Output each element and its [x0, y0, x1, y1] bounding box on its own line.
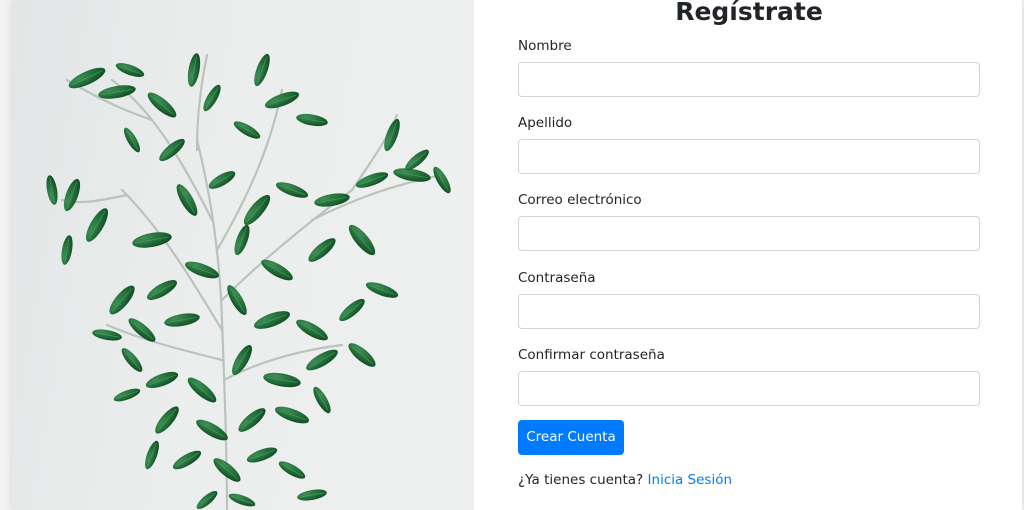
- last-name-input[interactable]: [518, 139, 980, 174]
- login-link[interactable]: Inicia Sesión: [648, 472, 733, 488]
- first-name-input[interactable]: [518, 62, 980, 97]
- password-label: Contraseña: [518, 270, 596, 286]
- plant-illustration: [46, 53, 451, 510]
- first-name-label: Nombre: [518, 38, 572, 54]
- create-account-button[interactable]: Crear Cuenta: [518, 420, 624, 455]
- email-input[interactable]: [518, 216, 980, 251]
- password-input[interactable]: [518, 294, 980, 329]
- confirm-password-label: Confirmar contraseña: [518, 347, 665, 363]
- leaf: [196, 490, 218, 510]
- plant-photo: [12, 0, 474, 510]
- login-prompt-line: ¿Ya tienes cuenta? Inicia Sesión: [518, 471, 732, 489]
- last-name-label: Apellido: [518, 115, 573, 131]
- confirm-password-input[interactable]: [518, 371, 980, 406]
- login-prompt-text: ¿Ya tienes cuenta?: [518, 472, 644, 488]
- email-label: Correo electrónico: [518, 192, 642, 208]
- page-title: Regístrate: [675, 0, 823, 26]
- register-card: Regístrate Nombre Apellido Correo electr…: [12, 0, 1022, 510]
- register-form: Regístrate Nombre Apellido Correo electr…: [518, 0, 980, 510]
